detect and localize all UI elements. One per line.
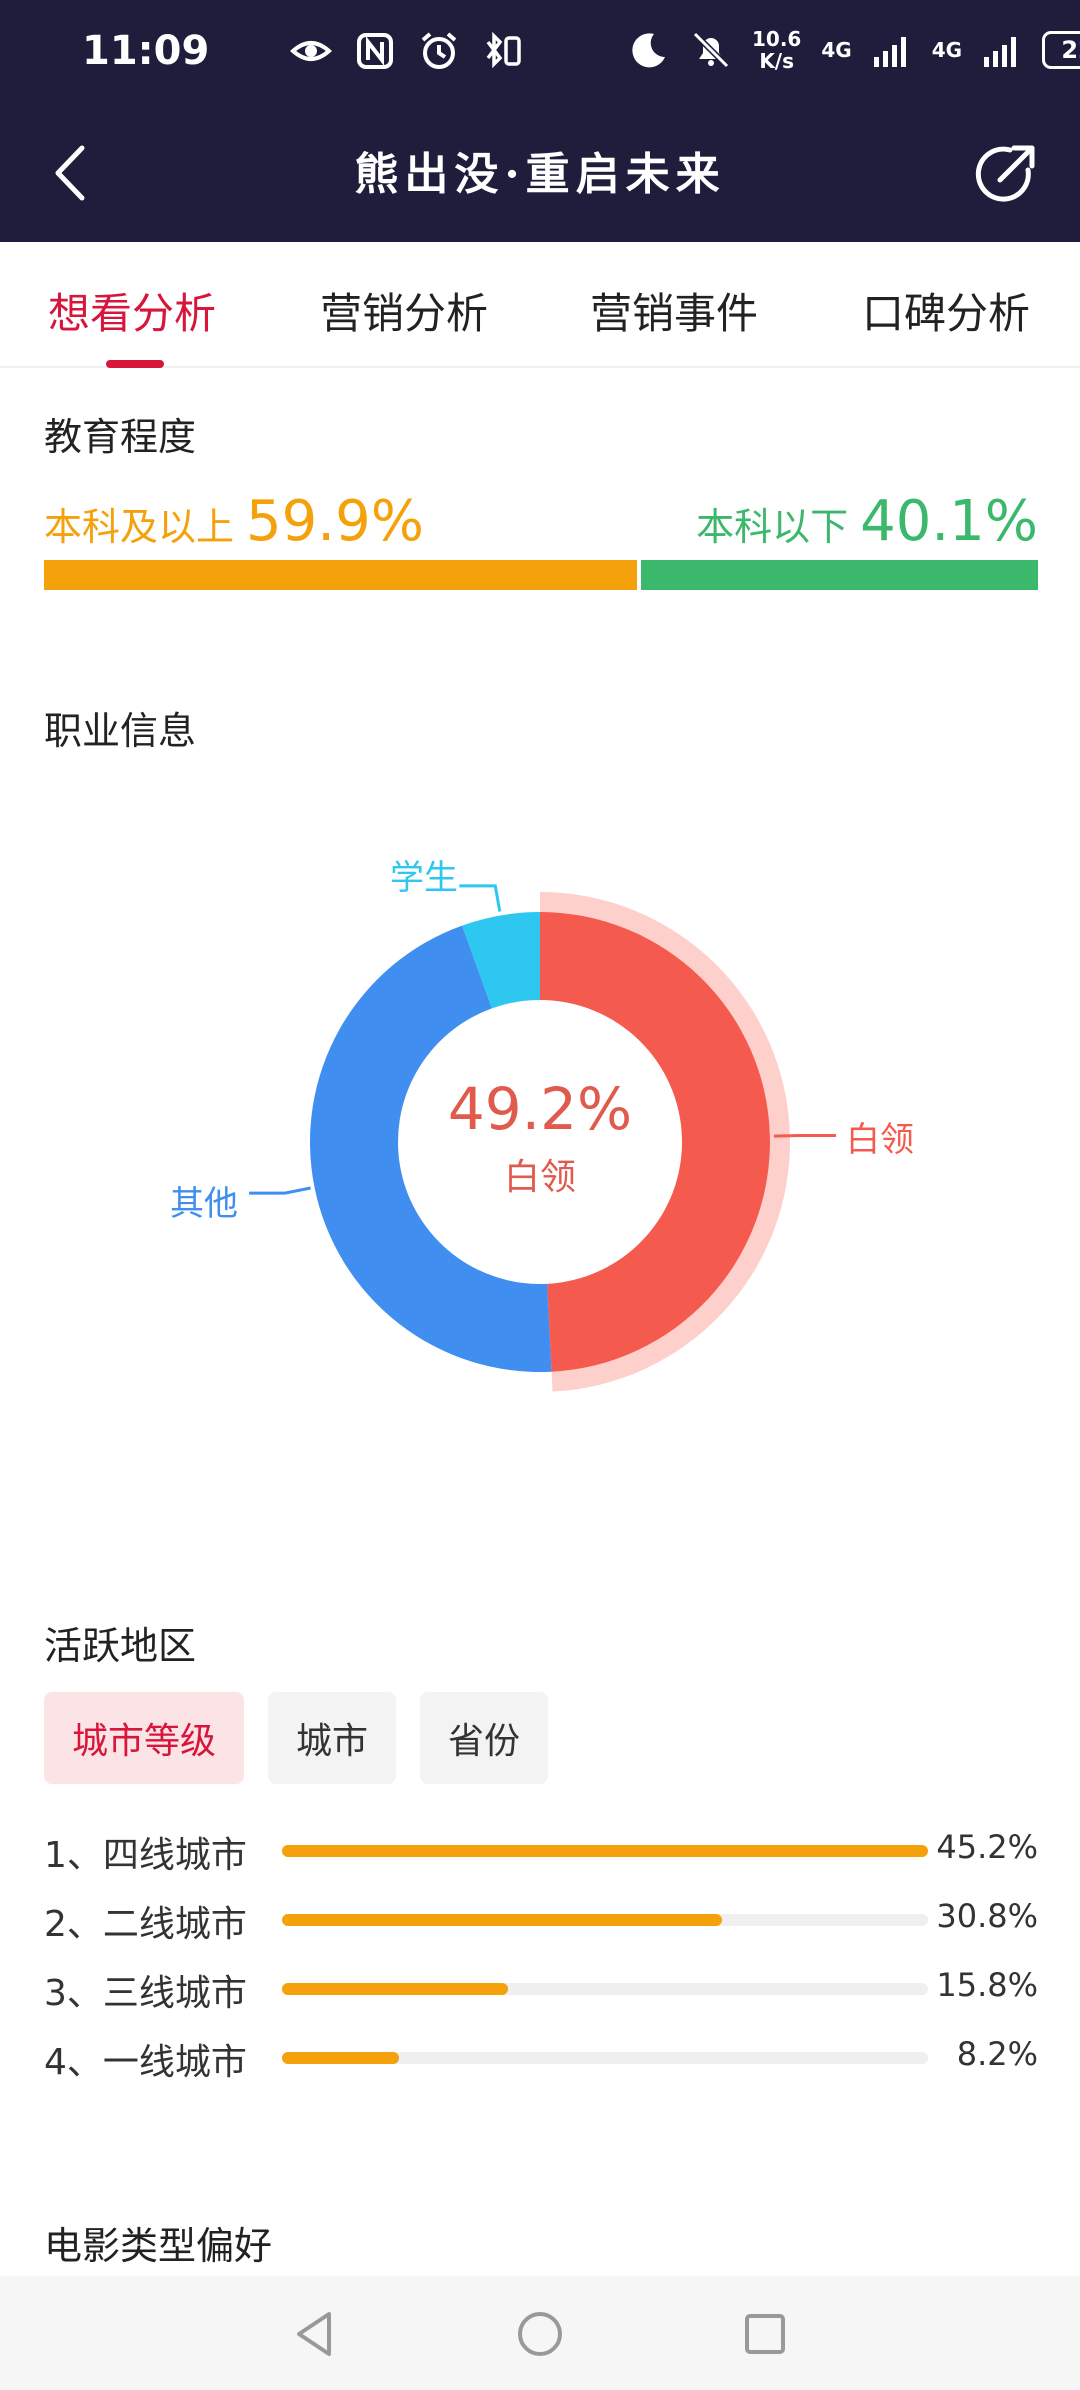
rank-name: 4、一线城市 [44,2042,247,2083]
triangle-back-icon[interactable] [285,2304,345,2364]
circle-home-icon[interactable] [510,2304,570,2364]
share-button[interactable] [970,140,1040,210]
filter-city-tier[interactable]: 城市等级 [44,1692,245,1784]
active-tab-indicator [106,360,164,368]
rank-name: 2、二线城市 [44,1904,247,1945]
network-speed-unit: K/s [759,49,795,73]
education-stats: 本科及以上 59.9% 本科以下 40.1% [44,489,1038,554]
rank-percent: 30.8% [936,1897,1038,1935]
moon-icon [632,33,665,68]
tab-want-to-watch-analysis[interactable]: 想看分析 [48,280,216,341]
occupation-section-title: 职业信息 [44,709,197,753]
donut-label-white-collar: 白领 [846,1120,914,1160]
education-above-bar [44,560,637,590]
filter-province[interactable]: 省份 [420,1692,549,1784]
donut-center-value: 49.2% [447,1075,633,1143]
square-recents-icon[interactable] [735,2304,795,2364]
rank-bar-fill [282,1845,928,1857]
list-item: 4、一线城市 8.2% [44,2027,1038,2096]
tab-marketing-events[interactable]: 营销事件 [590,280,758,341]
rank-name: 3、三线城市 [44,1973,247,2014]
network-speed: 10.6 K/s [752,28,801,72]
rank-percent: 45.2% [936,1828,1038,1866]
rank-bar-fill [282,1914,723,1926]
education-above-label: 本科及以上 [44,505,235,549]
rank-bar-track [282,1983,928,1995]
nfc-icon [357,33,393,69]
rank-name: 1、四线城市 [44,1835,247,1876]
sim2-network-label: 4G [931,38,963,62]
education-section-title: 教育程度 [44,415,197,459]
rank-bar-fill [282,2052,400,2064]
region-ranking-list: 1、四线城市 45.2% 2、二线城市 30.8% 3、三线城市 15.8% 4… [44,1820,1038,2096]
status-bar: 11:09 10.6 K/s 4G 4G 2 [0,0,1080,105]
rank-percent: 15.8% [936,1966,1038,2004]
tab-reputation-analysis[interactable]: 口碑分析 [862,280,1030,341]
alarm-icon [421,32,457,69]
analysis-tabs: 想看分析 营销分析 营销事件 口碑分析 [0,242,1080,368]
donut-label-other: 其他 [170,1184,238,1224]
rank-bar-track [282,1845,928,1857]
system-navigation-bar [0,2276,1080,2390]
sim1-network-label: 4G [821,38,852,62]
list-item: 2、二线城市 30.8% [44,1889,1038,1958]
status-time: 11:09 [82,28,210,74]
education-split-bar [44,560,1038,590]
battery-indicator: 22 [1042,31,1080,69]
rank-percent: 8.2% [956,2035,1038,2073]
occupation-donut-chart: 49.2% 白领 学生 白领 其他 [0,790,1080,1510]
mute-bell-icon [692,31,730,69]
education-below-bar [641,560,1038,590]
list-item: 1、四线城市 45.2% [44,1820,1038,1889]
network-speed-value: 10.6 [752,27,802,51]
filter-city[interactable]: 城市 [268,1692,397,1784]
rank-bar-track [282,2052,928,2064]
bluetooth-vibrate-icon [486,31,521,69]
header: 熊出没·重启未来 [0,110,1080,242]
donut-leader-line [459,884,502,912]
education-above: 本科及以上 59.9% [44,489,424,554]
list-item: 3、三线城市 15.8% [44,1958,1038,2027]
rank-bar-track [282,1914,928,1926]
tab-marketing-analysis[interactable]: 营销分析 [320,280,488,341]
battery-level: 22 [1061,36,1080,64]
education-below: 本科以下 40.1% [696,489,1038,554]
education-below-value: 40.1% [860,489,1038,554]
genre-section-title: 电影类型偏好 [44,2224,273,2268]
region-filter-tabs: 城市等级 城市 省份 [44,1692,549,1784]
region-section-title: 活跃地区 [44,1624,197,1668]
status-right-icons: 10.6 K/s 4G 4G 22 [628,28,1080,72]
eye-icon [290,41,332,61]
education-below-label: 本科以下 [696,505,849,549]
donut-label-student: 学生 [390,858,458,898]
top-app-bar: 11:09 10.6 K/s 4G 4G 2 熊出没·重启未来 [0,0,1080,242]
status-left-icons [290,30,524,72]
signal-bars-icon [873,37,906,67]
page-title: 熊出没·重启未来 [354,149,726,200]
signal-bars-icon [984,37,1017,67]
rank-bar-fill [282,1983,508,1995]
donut-center-label: 白领 [503,1157,576,1198]
education-above-value: 59.9% [246,489,424,554]
